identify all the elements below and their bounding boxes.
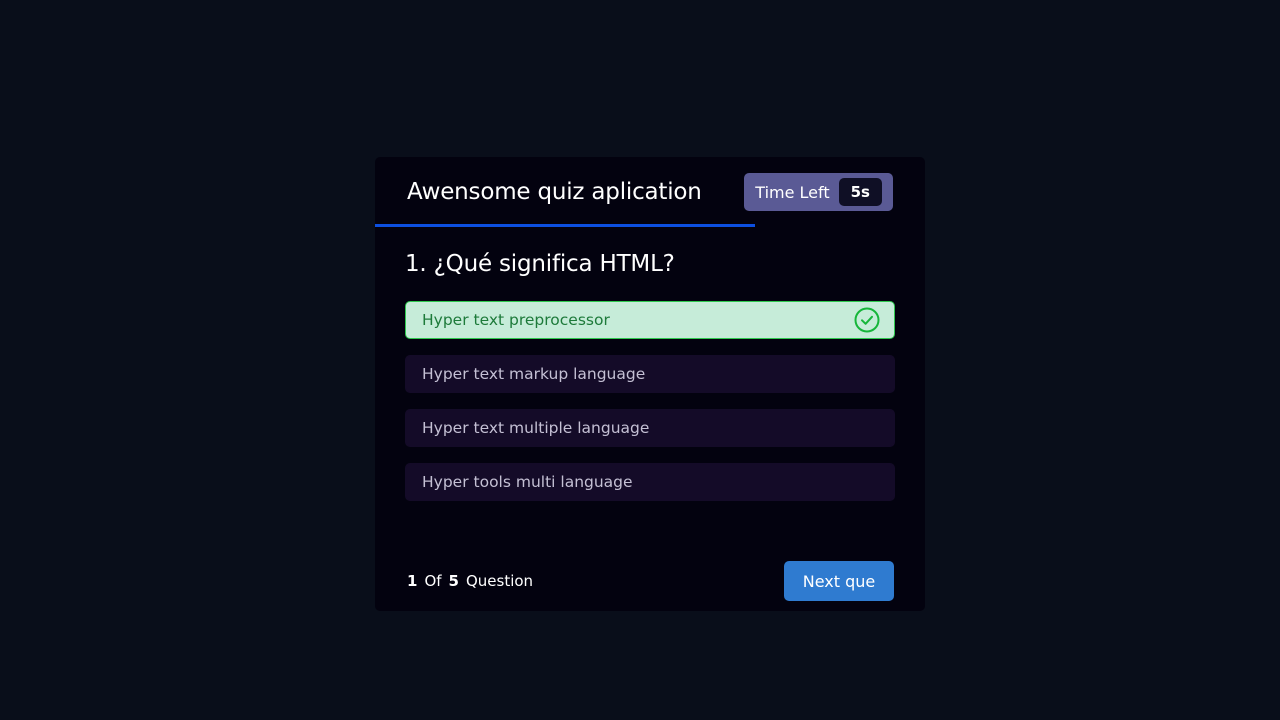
quiz-header: Awensome quiz aplication Time Left 5s bbox=[375, 157, 925, 227]
question-text: 1. ¿Qué significa HTML? bbox=[405, 251, 675, 277]
current-question-number: 1 bbox=[407, 572, 418, 590]
timer: Time Left 5s bbox=[744, 173, 893, 211]
of-label: Of bbox=[424, 572, 442, 590]
next-question-button[interactable]: Next que bbox=[784, 561, 894, 601]
timer-value: 5s bbox=[838, 178, 882, 206]
total-questions-number: 5 bbox=[448, 572, 459, 590]
question-area: 1. ¿Qué significa HTML? Hyper text prepr… bbox=[375, 227, 925, 501]
option-label: Hyper text multiple language bbox=[422, 419, 650, 437]
option-3[interactable]: Hyper text multiple language bbox=[405, 409, 895, 447]
option-2[interactable]: Hyper text markup language bbox=[405, 355, 895, 393]
question-label: Question bbox=[465, 572, 534, 590]
option-label: Hyper tools multi language bbox=[422, 473, 633, 491]
question-counter: 1 Of 5 Question bbox=[407, 572, 533, 590]
option-label: Hyper text markup language bbox=[422, 365, 646, 383]
quiz-footer: 1 Of 5 Question Next que bbox=[375, 551, 925, 611]
check-circle-icon bbox=[854, 307, 880, 333]
time-progress-bar bbox=[375, 224, 925, 227]
option-label: Hyper text preprocessor bbox=[422, 311, 610, 329]
timer-label: Time Left bbox=[755, 182, 830, 202]
quiz-box: Awensome quiz aplication Time Left 5s 1.… bbox=[375, 157, 925, 611]
app-title: Awensome quiz aplication bbox=[407, 179, 702, 205]
time-progress-fill bbox=[375, 224, 755, 227]
option-1[interactable]: Hyper text preprocessor bbox=[405, 301, 895, 339]
option-4[interactable]: Hyper tools multi language bbox=[405, 463, 895, 501]
